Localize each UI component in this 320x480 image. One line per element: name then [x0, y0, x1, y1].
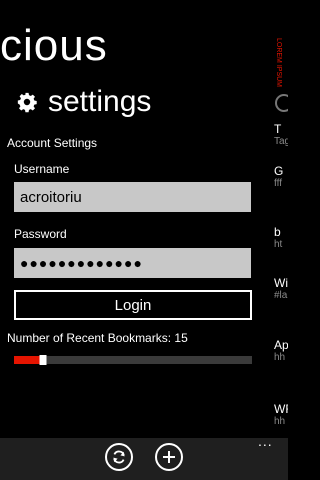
pivot-header-settings[interactable]: settings [16, 84, 151, 120]
peek-item-title: G [274, 164, 284, 178]
slider-thumb[interactable] [39, 355, 47, 365]
sync-button[interactable] [105, 443, 133, 471]
peek-item-subtitle: Tag [274, 136, 288, 147]
peek-list-item[interactable]: Ap hh [274, 338, 288, 364]
username-input[interactable] [14, 182, 251, 212]
peek-item-title: b [274, 225, 281, 239]
peek-item-title: WF [274, 402, 288, 416]
peek-circle-icon [275, 94, 288, 112]
peek-item-title: Wi [274, 276, 288, 290]
app-bar-ellipsis[interactable]: ... [258, 433, 273, 449]
sync-icon [113, 450, 125, 464]
peek-item-subtitle: #la [274, 290, 288, 301]
password-label: Password [14, 227, 67, 241]
login-button[interactable]: Login [14, 290, 252, 320]
next-pivot-peek[interactable]: LOREM IPSUM T Tag G fff b ht Wi #la Ap h… [272, 0, 288, 438]
peek-item-title: Ap [274, 338, 288, 352]
peek-item-subtitle: hh [274, 352, 286, 363]
peek-item-subtitle: hh [274, 416, 286, 427]
peek-item-title: T [274, 122, 282, 136]
add-icon [163, 451, 175, 463]
peek-item-subtitle: ht [274, 239, 283, 250]
app-bar [0, 438, 288, 480]
peek-list-item[interactable]: T Tag [274, 122, 288, 148]
peek-vertical-text: LOREM IPSUM [275, 38, 282, 88]
peek-list-item[interactable]: WF hh [274, 402, 288, 428]
peek-list-item[interactable]: Wi #la [274, 276, 288, 302]
peek-item-subtitle: fff [274, 178, 282, 189]
account-settings-title: Account Settings [7, 136, 98, 150]
pivot-label: settings [48, 85, 152, 118]
password-input[interactable] [14, 248, 251, 278]
add-button[interactable] [155, 443, 183, 471]
username-label: Username [14, 162, 70, 176]
recent-bookmarks-slider[interactable] [14, 355, 252, 365]
peek-list-item[interactable]: G fff [274, 164, 288, 190]
app-title: cious [0, 21, 108, 70]
peek-list-item[interactable]: b ht [274, 225, 288, 251]
gear-icon [17, 92, 37, 113]
recent-bookmarks-label: Number of Recent Bookmarks: 15 [7, 331, 188, 345]
